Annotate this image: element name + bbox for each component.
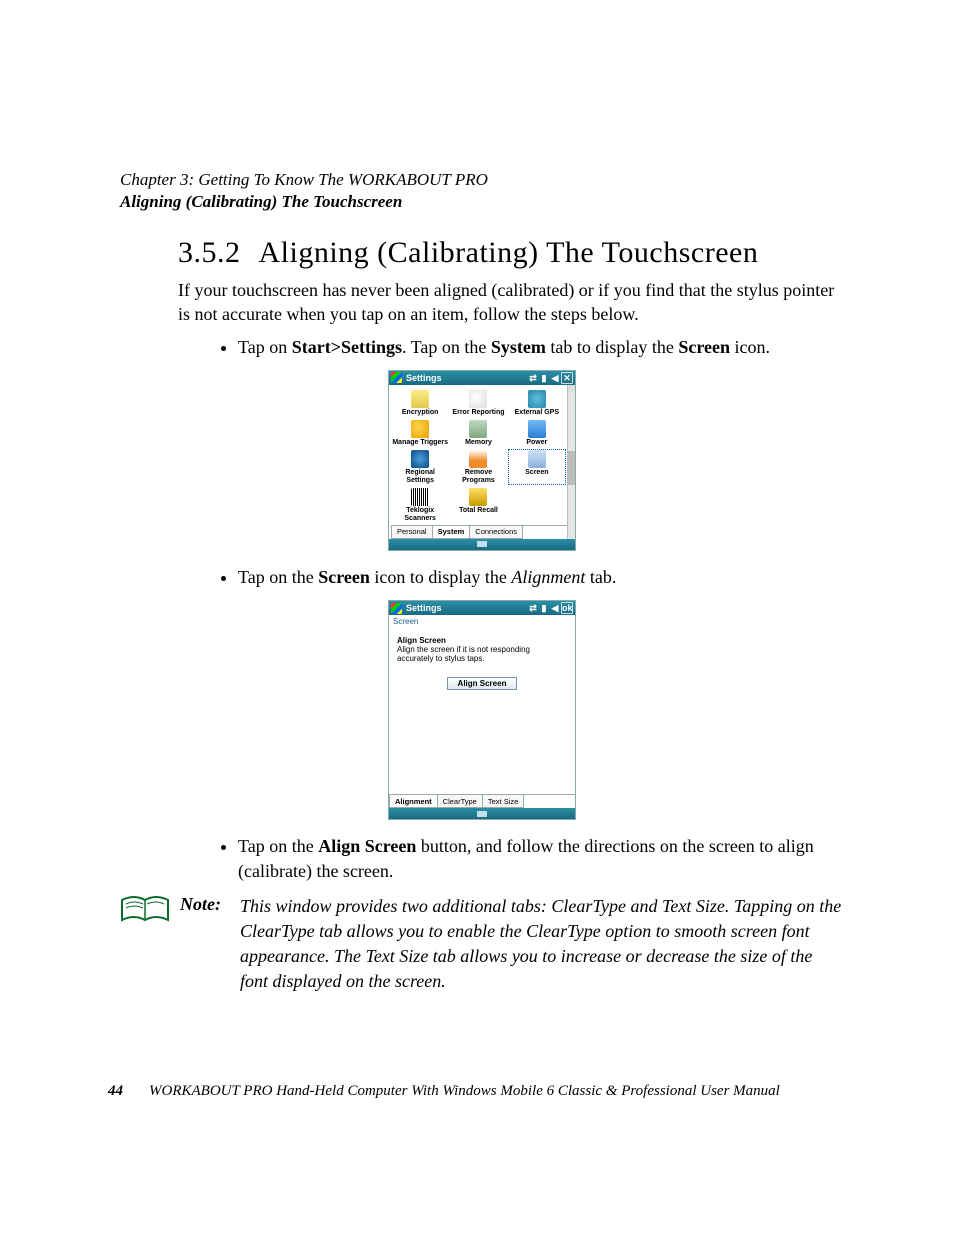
- heading-text: Aligning (Calibrating) The Touchscreen: [259, 236, 759, 269]
- icon-label: Memory: [449, 439, 507, 446]
- external-gps-icon: [528, 390, 546, 408]
- settings-icon-manage-triggers[interactable]: Manage Triggers: [391, 419, 449, 447]
- page: Chapter 3: Getting To Know The WORKABOUT…: [0, 0, 954, 1235]
- power-icon: [528, 420, 546, 438]
- settings-icon-total-recall[interactable]: Total Recall: [449, 487, 507, 523]
- step-2: Tap on the Screen icon to display the Al…: [238, 565, 824, 590]
- icon-label: Teklogix Scanners: [391, 507, 449, 522]
- icon-label: External GPS: [508, 409, 566, 416]
- tab-alignment[interactable]: Alignment: [389, 795, 438, 808]
- section-header: Aligning (Calibrating) The Touchscreen: [120, 192, 844, 212]
- icon-label: Error Reporting: [449, 409, 507, 416]
- icon-label: Manage Triggers: [391, 439, 449, 446]
- tab-personal[interactable]: Personal: [391, 526, 433, 539]
- tab-connections[interactable]: Connections: [469, 526, 523, 539]
- settings-icon-remove-programs[interactable]: Remove Programs: [449, 449, 507, 485]
- error-reporting-icon: [469, 390, 487, 408]
- book-icon: [120, 894, 170, 926]
- icon-grid: EncryptionError ReportingExternal GPS Man…: [391, 389, 566, 523]
- sip-bar[interactable]: [389, 808, 575, 819]
- volume-icon[interactable]: ◀: [550, 603, 560, 613]
- signal-icon[interactable]: ▮: [539, 603, 549, 613]
- close-icon[interactable]: ✕: [561, 372, 573, 384]
- icon-label: Encryption: [391, 409, 449, 416]
- heading-number: 3.5.2: [178, 236, 241, 269]
- pane-heading: Align Screen: [397, 636, 567, 645]
- device-body: Align Screen Align the screen if it is n…: [389, 628, 575, 808]
- section-heading: 3.5.2 Aligning (Calibrating) The Touchscr…: [178, 236, 844, 270]
- settings-icon-power[interactable]: Power: [508, 419, 566, 447]
- settings-icon-memory[interactable]: Memory: [449, 419, 507, 447]
- connectivity-icon[interactable]: ⇄: [528, 603, 538, 613]
- pane-text: Align the screen if it is not responding…: [397, 645, 567, 663]
- settings-icon-external-gps[interactable]: External GPS: [508, 389, 566, 417]
- ok-button[interactable]: ok: [561, 602, 573, 614]
- device-screen-alignment: Settings ⇄ ▮ ◀ ok Screen Align Screen Al…: [388, 600, 576, 820]
- icon-label: Remove Programs: [449, 469, 507, 484]
- sip-bar[interactable]: [389, 539, 575, 550]
- settings-icon-teklogix-scanners[interactable]: Teklogix Scanners: [391, 487, 449, 523]
- tab-text-size[interactable]: Text Size: [482, 795, 524, 808]
- step-3: Tap on the Align Screen button, and foll…: [238, 834, 824, 884]
- settings-icon-regional-settings[interactable]: Regional Settings: [391, 449, 449, 485]
- footer-text: WORKABOUT PRO Hand-Held Computer With Wi…: [149, 1083, 780, 1100]
- total-recall-icon: [469, 488, 487, 506]
- scroll-thumb[interactable]: [568, 451, 575, 485]
- window-title: Settings: [406, 603, 442, 613]
- encryption-icon: [411, 390, 429, 408]
- note-label: Note:: [180, 894, 230, 915]
- page-footer: 44 WORKABOUT PRO Hand-Held Computer With…: [108, 1083, 844, 1100]
- device-body: EncryptionError ReportingExternal GPS Man…: [389, 385, 575, 539]
- icon-label: Screen: [508, 469, 566, 476]
- tab-cleartype[interactable]: ClearType: [437, 795, 483, 808]
- align-screen-button[interactable]: Align Screen: [447, 677, 518, 690]
- volume-icon[interactable]: ◀: [550, 373, 560, 383]
- page-number: 44: [108, 1083, 123, 1100]
- icon-label: Power: [508, 439, 566, 446]
- icon-label: Total Recall: [449, 507, 507, 514]
- teklogix-scanners-icon: [411, 488, 429, 506]
- titlebar: Settings ⇄ ▮ ◀ ✕: [389, 371, 575, 385]
- settings-icon-error-reporting[interactable]: Error Reporting: [449, 389, 507, 417]
- start-icon[interactable]: [391, 372, 402, 383]
- steps-list: Tap on Start>Settings. Tap on the System…: [220, 335, 824, 360]
- memory-icon: [469, 420, 487, 438]
- scroll-up-icon[interactable]: [568, 385, 575, 392]
- step-1: Tap on Start>Settings. Tap on the System…: [238, 335, 824, 360]
- steps-list: Tap on the Align Screen button, and foll…: [220, 834, 824, 884]
- settings-icon-screen[interactable]: Screen: [508, 449, 566, 485]
- chapter-line: Chapter 3: Getting To Know The WORKABOUT…: [120, 170, 844, 190]
- titlebar: Settings ⇄ ▮ ◀ ok: [389, 601, 575, 615]
- settings-icon-encryption[interactable]: Encryption: [391, 389, 449, 417]
- connectivity-icon[interactable]: ⇄: [528, 373, 538, 383]
- note-text: This window provides two additional tabs…: [240, 894, 844, 993]
- window-title: Settings: [406, 373, 442, 383]
- note: Note: This window provides two additiona…: [120, 894, 844, 993]
- manage-triggers-icon: [411, 420, 429, 438]
- tab-system[interactable]: System: [432, 526, 471, 539]
- scrollbar[interactable]: [567, 385, 575, 539]
- icon-label: Regional Settings: [391, 469, 449, 484]
- regional-settings-icon: [411, 450, 429, 468]
- device-settings-system: Settings ⇄ ▮ ◀ ✕ EncryptionError Reporti…: [388, 370, 576, 551]
- screen-icon: [528, 450, 546, 468]
- signal-icon[interactable]: ▮: [539, 373, 549, 383]
- applet-title: Screen: [389, 615, 575, 628]
- steps-list: Tap on the Screen icon to display the Al…: [220, 565, 824, 590]
- intro-paragraph: If your touchscreen has never been align…: [178, 278, 836, 327]
- remove-programs-icon: [469, 450, 487, 468]
- start-icon[interactable]: [391, 603, 402, 614]
- tab-bar: PersonalSystemConnections: [391, 525, 573, 539]
- tab-bar: AlignmentClearTypeText Size: [389, 794, 575, 808]
